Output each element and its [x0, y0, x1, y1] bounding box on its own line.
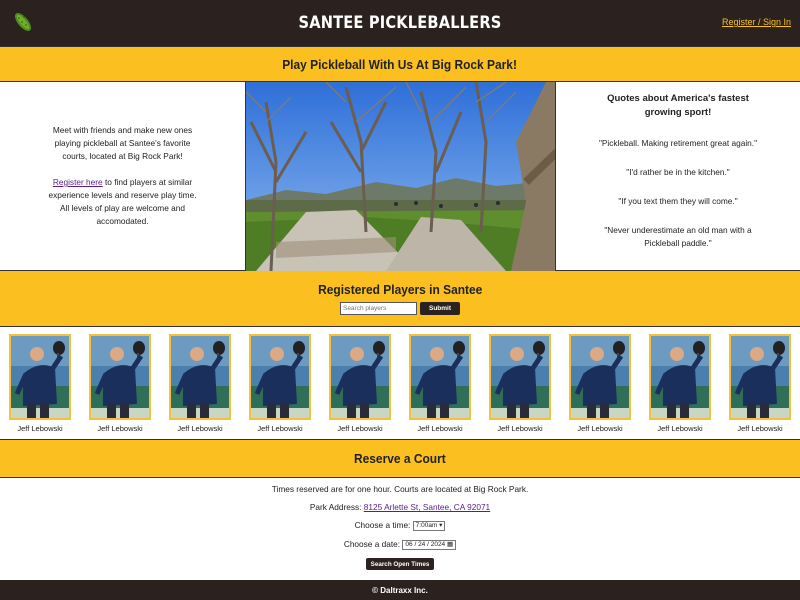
player-photo[interactable]: [489, 334, 551, 420]
player-photo[interactable]: [89, 334, 151, 420]
hero-row: Meet with friends and make new ones play…: [0, 82, 800, 271]
date-input-value: 06 / 24 / 2024: [405, 540, 446, 548]
reserve-heading: Reserve a Court: [354, 451, 446, 466]
time-label: Choose a time:: [354, 520, 413, 530]
player-card[interactable]: Jeff Lebowski: [329, 334, 391, 439]
hero-heading: Play Pickleball With Us At Big Rock Park…: [282, 56, 518, 72]
player-name: Jeff Lebowski: [17, 424, 63, 433]
footer-copyright: © Daltraxx Inc.: [372, 585, 428, 595]
quote-item: "Never underestimate an old man with a P…: [604, 225, 752, 248]
players-heading-band: Registered Players in Santee Submit: [0, 271, 800, 327]
player-photo[interactable]: [9, 334, 71, 420]
players-grid: Jeff Lebowski Jeff Lebowski Jeff Lebowski J…: [0, 327, 800, 440]
player-name: Jeff Lebowski: [577, 424, 623, 433]
player-name: Jeff Lebowski: [257, 424, 303, 433]
player-photo[interactable]: [169, 334, 231, 420]
player-card[interactable]: Jeff Lebowski: [169, 334, 231, 439]
player-card[interactable]: Jeff Lebowski: [9, 334, 71, 439]
player-name: Jeff Lebowski: [337, 424, 383, 433]
date-input[interactable]: 06 / 24 / 2024 ▦: [402, 539, 457, 550]
player-photo[interactable]: [249, 334, 311, 420]
player-photo[interactable]: [409, 334, 471, 420]
search-open-times-button[interactable]: Search Open Times: [365, 557, 435, 570]
quote-item: "Pickleball. Making retirement great aga…: [598, 138, 758, 148]
player-name: Jeff Lebowski: [657, 424, 703, 433]
player-card[interactable]: Jeff Lebowski: [489, 334, 551, 439]
time-row: Choose a time: 7:00am ▾: [0, 520, 800, 531]
player-card[interactable]: Jeff Lebowski: [729, 334, 791, 439]
player-search-form: Submit: [339, 302, 461, 315]
player-card[interactable]: Jeff Lebowski: [649, 334, 711, 439]
reserve-form: Times reserved are for one hour. Courts …: [0, 478, 800, 578]
park-scene-image: [246, 82, 555, 271]
player-search-submit-button[interactable]: Submit: [419, 302, 461, 315]
players-heading: Registered Players in Santee: [317, 282, 483, 297]
site-footer: © Daltraxx Inc.: [0, 580, 800, 600]
player-name: Jeff Lebowski: [737, 424, 783, 433]
park-address-link[interactable]: 8125 Arlette St, Santee, CA 92071: [364, 502, 490, 512]
date-row: Choose a date: 06 / 24 / 2024 ▦: [0, 539, 800, 550]
reserve-info: Times reserved are for one hour. Courts …: [271, 484, 529, 494]
time-select-value: 7:00am: [415, 521, 438, 529]
site-header: SANTEE PICKLEBALLERS Register / Sign In: [0, 0, 800, 46]
player-photo[interactable]: [729, 334, 791, 420]
quotes-title: Quotes about America's fastest growing s…: [607, 93, 749, 118]
player-card[interactable]: Jeff Lebowski: [409, 334, 471, 439]
player-name: Jeff Lebowski: [417, 424, 463, 433]
player-name: Jeff Lebowski: [177, 424, 223, 433]
register-here-link[interactable]: Register here: [53, 177, 103, 187]
address-label: Park Address:: [309, 502, 364, 512]
player-name: Jeff Lebowski: [497, 424, 543, 433]
player-photo[interactable]: [329, 334, 391, 420]
chevron-down-icon: ▾: [439, 521, 443, 529]
quote-item: "I'd rather be in the kitchen.": [626, 167, 730, 177]
park-photo: [245, 82, 556, 271]
player-search-input[interactable]: [339, 302, 417, 315]
date-label: Choose a date:: [343, 538, 403, 549]
player-name: Jeff Lebowski: [97, 424, 143, 433]
player-photo[interactable]: [649, 334, 711, 420]
intro-column: Meet with friends and make new ones play…: [0, 82, 245, 270]
register-paragraph: Register here to find players at similar…: [48, 176, 197, 228]
site-title: SANTEE PICKLEBALLERS: [298, 13, 502, 33]
register-signin-link[interactable]: Register / Sign In: [722, 17, 791, 27]
quotes-column: Quotes about America's fastest growing s…: [556, 82, 800, 270]
intro-text: Meet with friends and make new ones play…: [52, 125, 193, 161]
player-photo[interactable]: [569, 334, 631, 420]
player-card[interactable]: Jeff Lebowski: [249, 334, 311, 439]
reserve-heading-band: Reserve a Court: [0, 440, 800, 478]
player-card[interactable]: Jeff Lebowski: [569, 334, 631, 439]
time-select[interactable]: 7:00am ▾: [412, 520, 446, 531]
quote-item: "If you text them they will come.": [618, 196, 738, 206]
hero-heading-band: Play Pickleball With Us At Big Rock Park…: [0, 46, 800, 82]
park-address: Park Address: 8125 Arlette St, Santee, C…: [0, 502, 800, 512]
calendar-icon: ▦: [447, 540, 454, 548]
player-card[interactable]: Jeff Lebowski: [89, 334, 151, 439]
pickle-icon[interactable]: [12, 10, 34, 34]
